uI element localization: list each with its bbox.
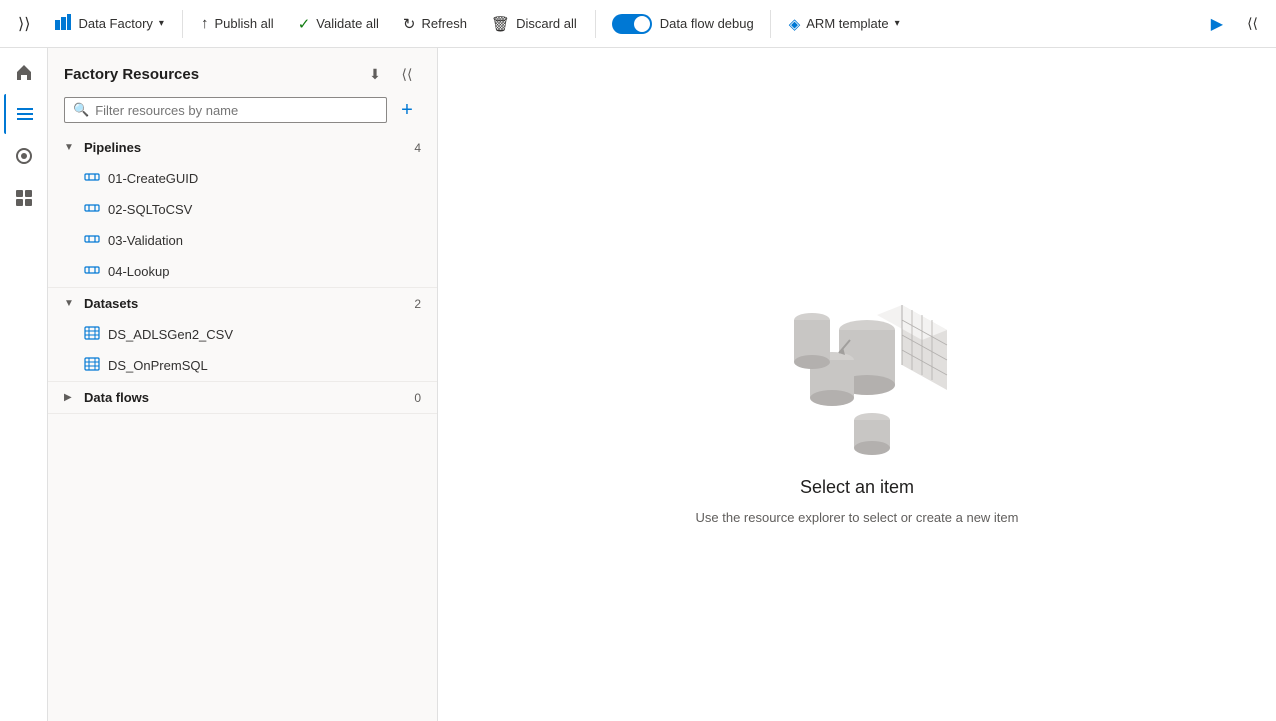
publish-all-label: Publish all [214, 16, 273, 31]
icon-rail [0, 48, 48, 721]
collapse-panel-side-icon: ⟨⟨ [402, 66, 413, 83]
run-icon: ▶ [1211, 14, 1223, 34]
pipeline-label-01: 01-CreateGUID [108, 171, 198, 186]
dataflows-section: ▶ Data flows 0 [48, 382, 437, 414]
rail-manage-icon[interactable] [4, 178, 44, 218]
arm-icon: ◈ [789, 15, 801, 33]
plus-icon: + [401, 99, 413, 122]
search-icon: 🔍 [73, 102, 89, 118]
pipelines-section: ▼ Pipelines 4 01-CreateGUID [48, 132, 437, 288]
dataset-icon-01 [84, 325, 100, 344]
main-content: Select an item Use the resource explorer… [438, 48, 1276, 721]
search-container: 🔍 + [48, 96, 437, 132]
validate-icon: ✓ [298, 15, 311, 33]
pipelines-section-header[interactable]: ▼ Pipelines 4 [48, 132, 437, 163]
dataflows-section-header[interactable]: ▶ Data flows 0 [48, 382, 437, 413]
pipeline-item-04[interactable]: 04-Lookup [48, 256, 437, 287]
discard-all-button[interactable]: 🗑 Discard all [481, 9, 587, 39]
side-panel: Factory Resources ⬇ ⟨⟨ 🔍 + [48, 48, 438, 721]
refresh-label: Refresh [422, 16, 468, 31]
resource-tree: ▼ Pipelines 4 01-CreateGUID [48, 132, 437, 721]
refresh-icon: ↻ [403, 15, 416, 33]
collapse-left-button[interactable]: ⬇ [361, 60, 389, 88]
data-flow-debug-toggle[interactable]: Data flow debug [604, 14, 762, 34]
empty-state: Select an item Use the resource explorer… [696, 245, 1019, 525]
datasets-section: ▼ Datasets 2 DS [48, 288, 437, 382]
pipeline-label-03: 03-Validation [108, 233, 183, 248]
factory-name-button[interactable]: Data Factory ▾ [44, 7, 173, 40]
pipeline-label-04: 04-Lookup [108, 264, 169, 279]
collapse-panel-button[interactable]: ⟨⟨ [1237, 9, 1268, 38]
datasets-count: 2 [414, 297, 421, 311]
pipeline-label-02: 02-SQLToCSV [108, 202, 192, 217]
datasets-section-name: Datasets [84, 296, 138, 311]
divider-1 [182, 10, 183, 38]
divider-3 [770, 10, 771, 38]
panel-header: Factory Resources ⬇ ⟨⟨ [48, 48, 437, 96]
pipeline-icon-04 [84, 262, 100, 281]
pipeline-item-03[interactable]: 03-Validation [48, 225, 437, 256]
dataset-icon-02 [84, 356, 100, 375]
factory-name-label: Data Factory [78, 16, 152, 31]
refresh-button[interactable]: ↻ Refresh [393, 9, 477, 39]
factory-icon [54, 13, 72, 34]
datasets-chevron-icon: ▼ [64, 298, 76, 309]
add-resource-button[interactable]: + [393, 96, 421, 124]
panel-title: Factory Resources [64, 66, 199, 83]
rail-edit-icon[interactable] [4, 94, 44, 134]
empty-state-illustration [737, 245, 977, 465]
factory-chevron-icon: ▾ [159, 18, 164, 29]
validate-all-label: Validate all [316, 16, 379, 31]
publish-icon: ↑ [201, 15, 209, 32]
datasets-section-header[interactable]: ▼ Datasets 2 [48, 288, 437, 319]
dataflows-chevron-icon: ▶ [64, 392, 76, 403]
panel-header-actions: ⬇ ⟨⟨ [361, 60, 421, 88]
dataset-item-02[interactable]: DS_OnPremSQL [48, 350, 437, 381]
collapse-left-icon: ⬇ [369, 66, 381, 83]
divider-2 [595, 10, 596, 38]
dataflows-section-left: ▶ Data flows [64, 390, 149, 405]
expand-icon: ⟩⟩ [18, 14, 30, 34]
toggle-switch[interactable] [612, 14, 652, 34]
rail-monitor-icon[interactable] [4, 136, 44, 176]
pipelines-section-left: ▼ Pipelines [64, 140, 141, 155]
empty-state-desc: Use the resource explorer to select or c… [696, 510, 1019, 525]
expand-nav-button[interactable]: ⟩⟩ [8, 8, 40, 40]
search-box[interactable]: 🔍 [64, 97, 387, 123]
empty-state-title: Select an item [800, 477, 914, 498]
discard-icon: 🗑 [491, 15, 510, 33]
search-input[interactable] [95, 103, 378, 118]
pipeline-icon-02 [84, 200, 100, 219]
pipelines-section-name: Pipelines [84, 140, 141, 155]
data-flow-debug-label: Data flow debug [660, 16, 754, 31]
datasets-section-left: ▼ Datasets [64, 296, 138, 311]
pipeline-item-02[interactable]: 02-SQLToCSV [48, 194, 437, 225]
dataflows-count: 0 [414, 391, 421, 405]
publish-all-button[interactable]: ↑ Publish all [191, 9, 284, 38]
main-layout: Factory Resources ⬇ ⟨⟨ 🔍 + [0, 48, 1276, 721]
pipelines-count: 4 [414, 141, 421, 155]
pipeline-icon-01 [84, 169, 100, 188]
collapse-panel-side-button[interactable]: ⟨⟨ [393, 60, 421, 88]
dataset-label-01: DS_ADLSGen2_CSV [108, 327, 233, 342]
toolbar: ⟩⟩ Data Factory ▾ ↑ Publish all ✓ Valida… [0, 0, 1276, 48]
pipeline-item-01[interactable]: 01-CreateGUID [48, 163, 437, 194]
pipeline-icon-03 [84, 231, 100, 250]
collapse-icon: ⟨⟨ [1247, 15, 1258, 32]
arm-chevron-icon: ▾ [895, 18, 900, 29]
arm-template-label: ARM template [806, 16, 888, 31]
arm-template-button[interactable]: ◈ ARM template ▾ [779, 9, 910, 39]
dataset-label-02: DS_OnPremSQL [108, 358, 208, 373]
dataflows-section-name: Data flows [84, 390, 149, 405]
rail-home-icon[interactable] [4, 52, 44, 92]
validate-all-button[interactable]: ✓ Validate all [288, 9, 389, 39]
run-button[interactable]: ▶ [1201, 8, 1233, 40]
discard-all-label: Discard all [516, 16, 577, 31]
pipelines-chevron-icon: ▼ [64, 142, 76, 153]
dataset-item-01[interactable]: DS_ADLSGen2_CSV [48, 319, 437, 350]
